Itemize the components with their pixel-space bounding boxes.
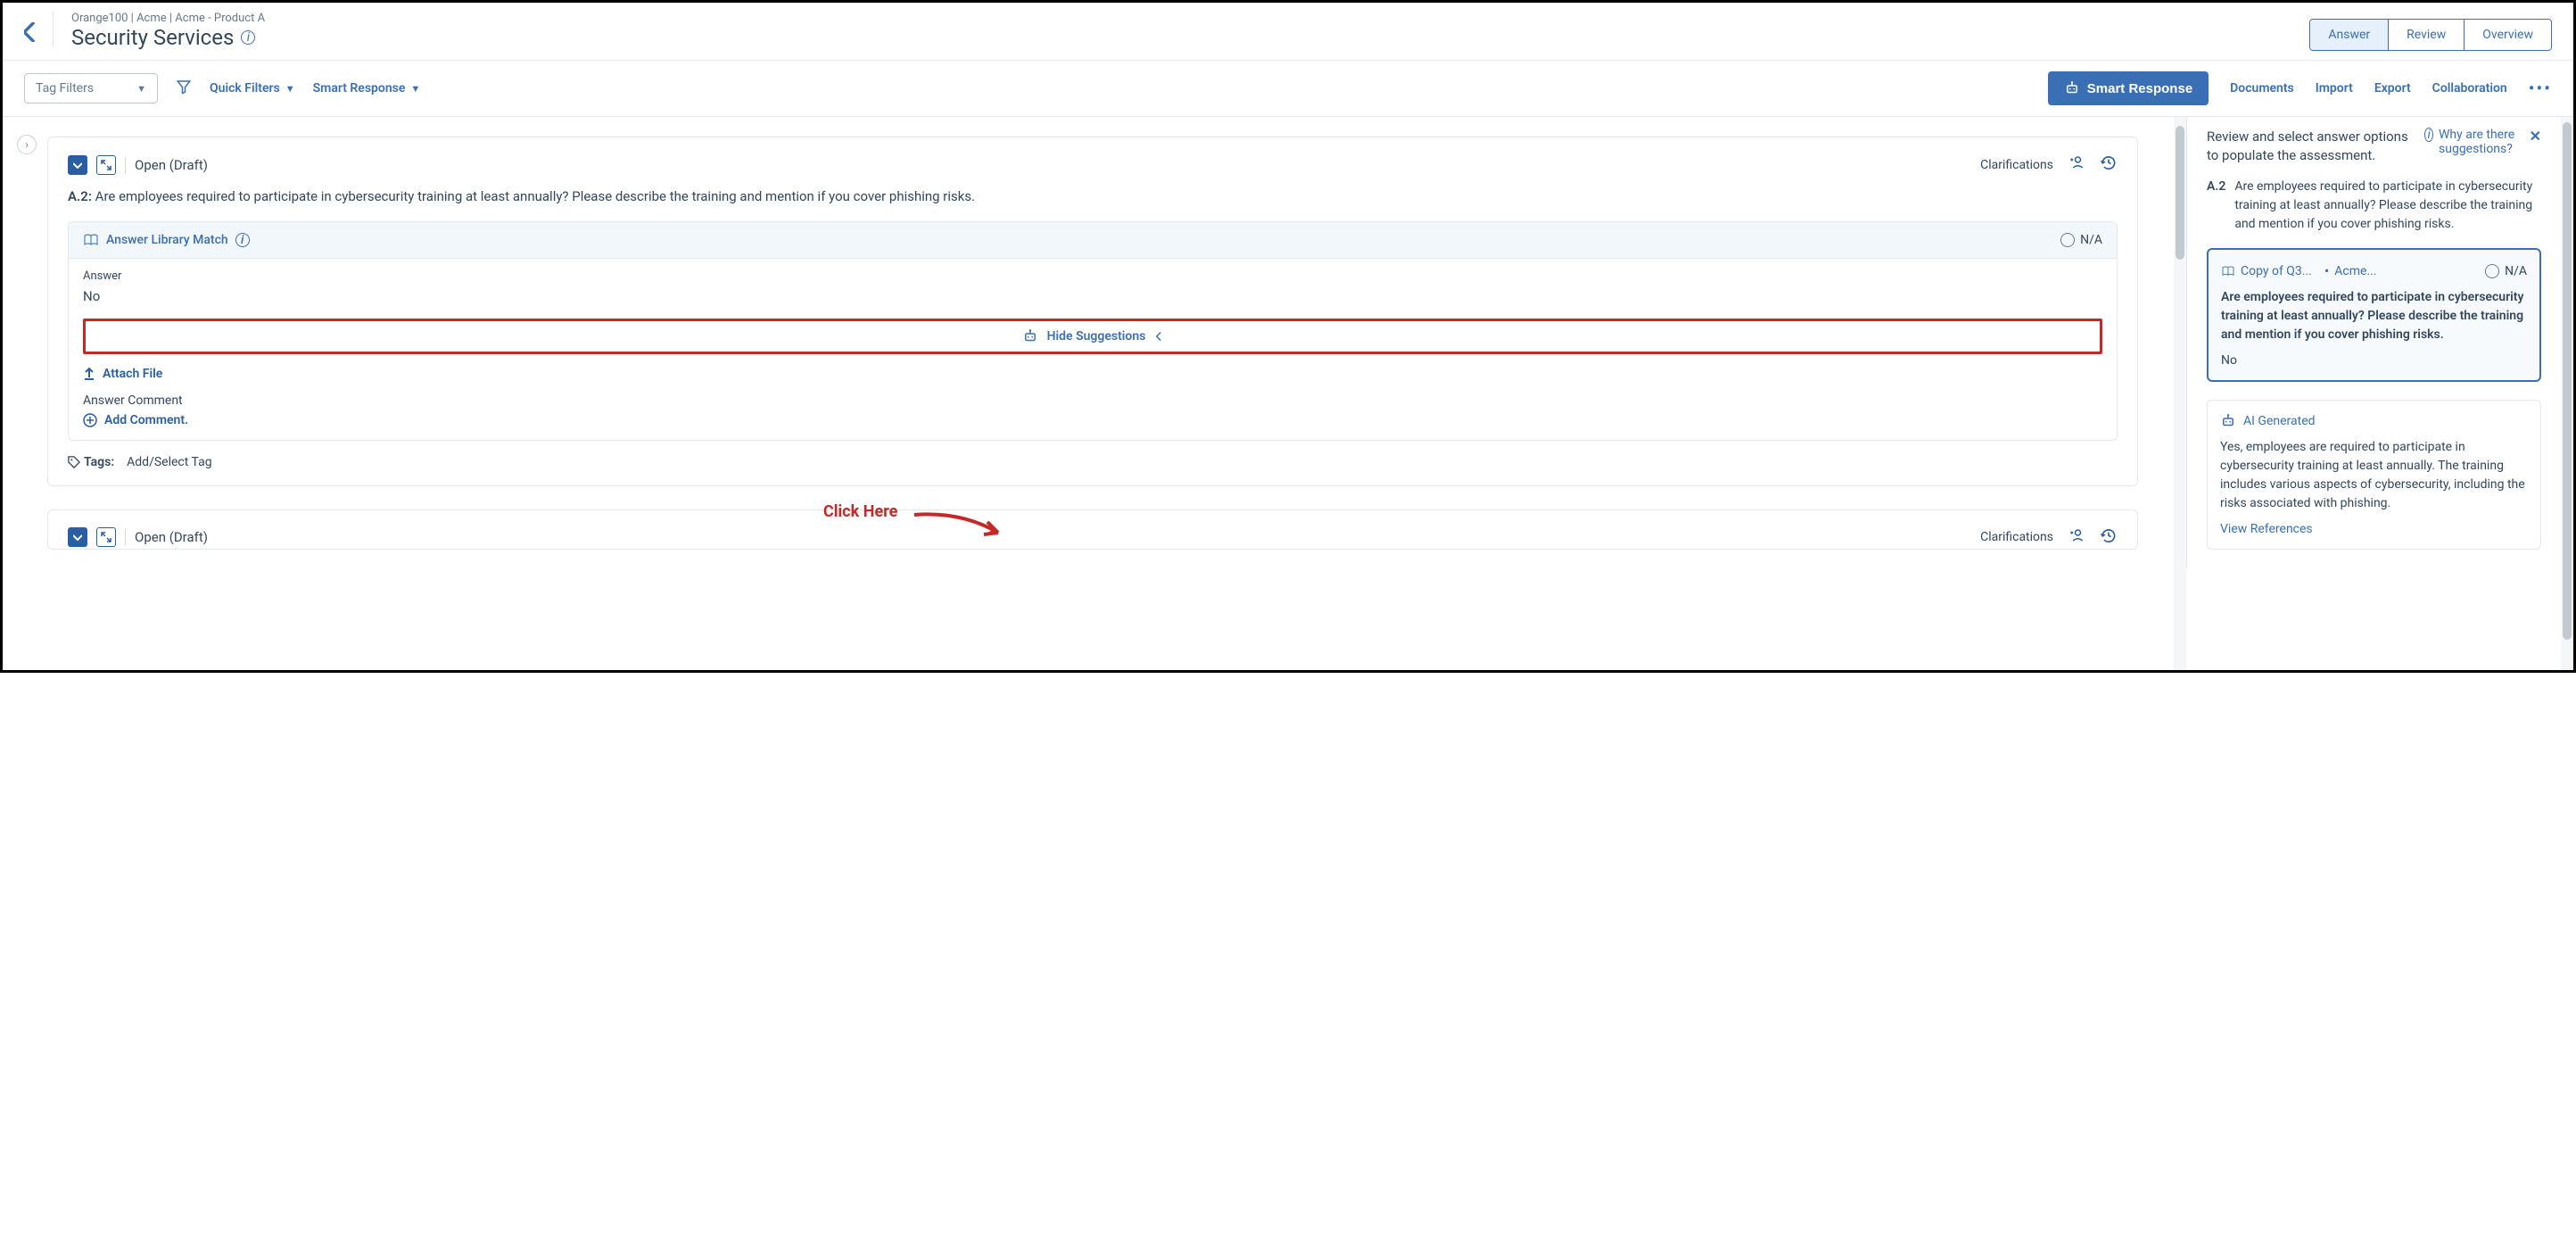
- breadcrumb[interactable]: Orange100 | Acme | Acme - Product A: [71, 12, 265, 25]
- chevron-down-icon: ▼: [285, 83, 295, 95]
- scrollbar-thumb[interactable]: [2176, 126, 2184, 260]
- na-option[interactable]: N/A: [2485, 264, 2527, 278]
- tab-review[interactable]: Review: [2389, 20, 2465, 50]
- ai-generated-label: AI Generated: [2243, 414, 2316, 428]
- scrollbar-thumb[interactable]: [2563, 122, 2572, 640]
- status-text: Open (Draft): [135, 529, 208, 545]
- answer-library-match-label[interactable]: Answer Library Match: [106, 233, 228, 247]
- add-person-icon[interactable]: [2068, 527, 2085, 548]
- main-column: Open (Draft) Clarifications A.2: Are emp…: [3, 117, 2174, 550]
- tab-answer[interactable]: Answer: [2310, 20, 2389, 50]
- clarifications-link[interactable]: Clarifications: [1980, 530, 2053, 544]
- chevron-left-icon: [1154, 331, 1163, 342]
- tab-overview[interactable]: Overview: [2465, 20, 2551, 50]
- book-icon: [83, 234, 99, 246]
- smart-response-dropdown[interactable]: Smart Response ▼: [313, 81, 421, 95]
- header-tabs: Answer Review Overview: [2309, 19, 2552, 51]
- add-tag-link[interactable]: Add/Select Tag: [127, 455, 211, 469]
- expand-full-button[interactable]: [96, 155, 116, 175]
- na-option[interactable]: N/A: [2060, 233, 2102, 247]
- filter-icon[interactable]: [176, 79, 192, 99]
- upload-icon: [83, 367, 95, 381]
- add-comment-link[interactable]: Add Comment.: [83, 413, 2102, 427]
- add-person-icon[interactable]: [2068, 154, 2085, 175]
- smart-response-button[interactable]: Smart Response: [2048, 71, 2209, 105]
- robot-icon: [1022, 328, 1038, 344]
- acme-source-link[interactable]: • Acme...: [2324, 262, 2377, 279]
- collapse-button[interactable]: [68, 155, 87, 175]
- suggestion-question: Are employees required to participate in…: [2221, 288, 2527, 344]
- import-link[interactable]: Import: [2316, 81, 2353, 95]
- side-scrollbar[interactable]: [2561, 117, 2573, 670]
- robot-icon: [2220, 413, 2236, 429]
- answer-label: Answer: [83, 269, 2102, 283]
- clarifications-link[interactable]: Clarifications: [1980, 158, 2053, 172]
- history-icon[interactable]: [2100, 153, 2118, 176]
- close-icon[interactable]: ✕: [2530, 128, 2541, 165]
- view-references-link[interactable]: View References: [2220, 522, 2528, 536]
- question-card: Open (Draft) Clarifications: [47, 509, 2138, 550]
- robot-icon: [2064, 80, 2080, 96]
- answer-comment-label: Answer Comment: [83, 393, 2102, 408]
- info-icon[interactable]: i: [235, 233, 250, 247]
- tag-icon: [68, 456, 80, 468]
- suggestion-card-ai[interactable]: AI Generated Yes, employees are required…: [2207, 400, 2541, 550]
- main-scrollbar[interactable]: [2174, 117, 2186, 670]
- page-title: Security Services i: [71, 25, 265, 50]
- quick-filters-link[interactable]: Quick Filters ▼: [210, 81, 295, 95]
- history-icon[interactable]: [2100, 526, 2118, 549]
- tag-filters-select[interactable]: Tag Filters ▼: [24, 73, 158, 104]
- toolbar: Tag Filters ▼ Quick Filters ▼ Smart Resp…: [3, 61, 2573, 117]
- suggestions-panel: Review and select answer options to popu…: [2186, 117, 2561, 567]
- answer-box: Answer Library Match i N/A Answer No Hid…: [68, 221, 2118, 441]
- tags-label: Tags:: [68, 455, 114, 469]
- attach-file-link[interactable]: Attach File: [83, 367, 2102, 381]
- suggestion-card-library[interactable]: Copy of Q3... • Acme... N/A Are employee…: [2207, 248, 2541, 382]
- radio-icon: [2060, 233, 2075, 247]
- question-card: Open (Draft) Clarifications A.2: Are emp…: [47, 137, 2138, 486]
- ai-suggestion-body: Yes, employees are required to participa…: [2220, 438, 2528, 513]
- back-button[interactable]: [24, 12, 54, 47]
- documents-link[interactable]: Documents: [2230, 81, 2294, 95]
- page-header: Orange100 | Acme | Acme - Product A Secu…: [3, 3, 2573, 61]
- collapse-button[interactable]: [68, 527, 87, 547]
- panel-expand-button[interactable]: ›: [17, 135, 37, 154]
- copy-source-link[interactable]: Copy of Q3...: [2221, 264, 2312, 278]
- side-question: A.2 Are employees required to participat…: [2207, 178, 2541, 234]
- chevron-down-icon: ▼: [410, 83, 420, 95]
- radio-icon: [2485, 264, 2499, 278]
- plus-circle-icon: [83, 413, 97, 427]
- expand-full-button[interactable]: [96, 527, 116, 547]
- collaboration-link[interactable]: Collaboration: [2432, 81, 2507, 95]
- export-link[interactable]: Export: [2374, 81, 2411, 95]
- suggestion-answer: No: [2221, 353, 2527, 368]
- status-text: Open (Draft): [135, 157, 208, 173]
- question-text: A.2: Are employees required to participa…: [68, 186, 2118, 207]
- more-icon[interactable]: •••: [2529, 78, 2552, 99]
- chevron-down-icon: ▼: [136, 83, 146, 95]
- hide-suggestions-button[interactable]: Hide Suggestions: [83, 319, 2102, 354]
- content-area: › Open (Draft) Clarifications: [3, 117, 2573, 670]
- answer-value: No: [83, 288, 2102, 304]
- panel-instruction: Review and select answer options to popu…: [2207, 128, 2417, 165]
- info-icon[interactable]: i: [241, 30, 255, 45]
- info-icon: i: [2424, 128, 2433, 142]
- why-suggestions-link[interactable]: i Why are there suggestions?: [2424, 128, 2522, 165]
